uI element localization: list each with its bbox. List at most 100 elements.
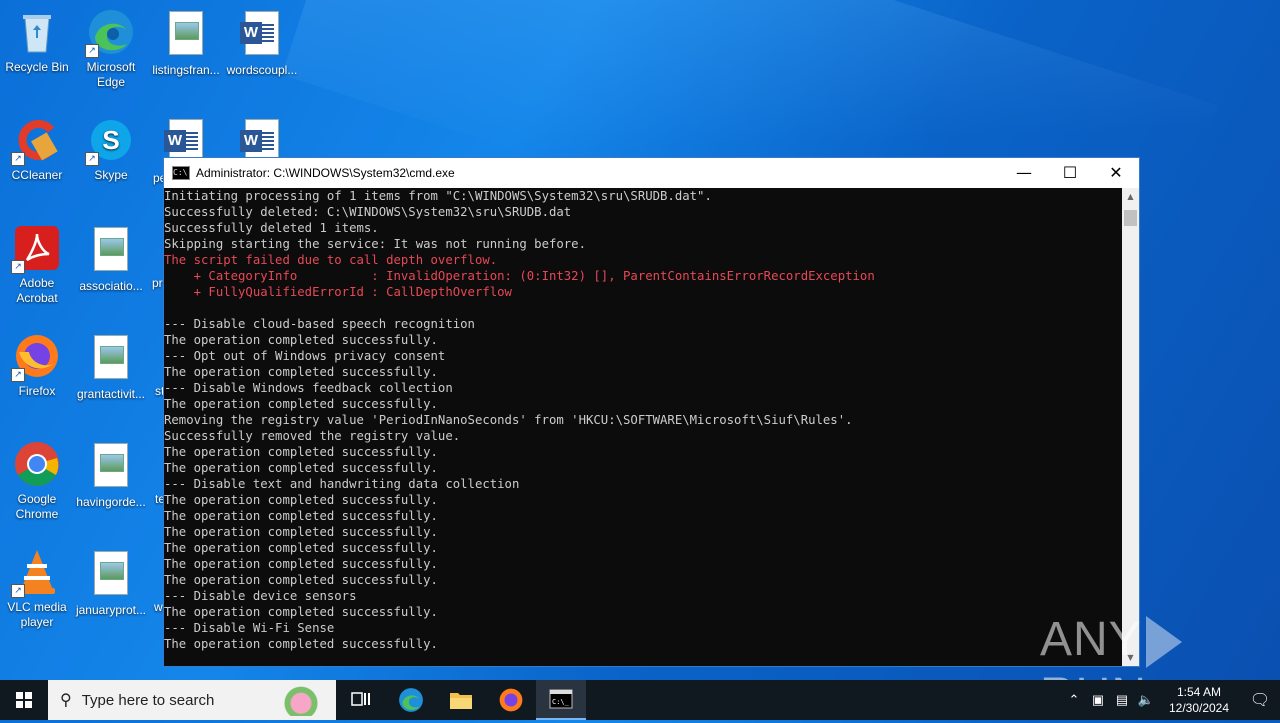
shortcut-arrow-icon: ↗ [11, 584, 25, 598]
desktop-icon-label: listingsfran... [152, 63, 220, 77]
shortcut-arrow-icon: ↗ [11, 260, 25, 274]
clock-time: 1:54 AM [1176, 685, 1222, 699]
chrome-icon [13, 440, 61, 488]
svg-text:S: S [102, 125, 119, 155]
desktop-icon-firefox[interactable]: ↗ Firefox [0, 332, 74, 399]
maximize-button[interactable]: ☐ [1047, 158, 1093, 188]
desktop-icon-label: associatio... [79, 279, 143, 293]
network-icon[interactable]: ▤ [1110, 692, 1134, 708]
console-line: --- Disable text and handwriting data co… [164, 477, 520, 491]
console-line: The operation completed successfully. [164, 461, 438, 475]
console-line: The operation completed successfully. [164, 637, 438, 651]
search-highlight-image [270, 684, 332, 716]
shortcut-arrow-icon: ↗ [85, 44, 99, 58]
console-line: + FullyQualifiedErrorId : CallDepthOverf… [164, 285, 512, 299]
desktop-icon-wordscoupl[interactable]: W wordscoupl... [222, 8, 302, 78]
console-line: --- Disable device sensors [164, 589, 357, 603]
desktop-icon-label: Skype [94, 168, 128, 182]
firefox-icon [499, 688, 523, 712]
taskbar-search-box[interactable]: ⚲ Type here to search [48, 680, 336, 720]
desktop-icon-label: Microsoft Edge [86, 60, 136, 89]
image-file-icon [94, 335, 128, 379]
desktop-icon-vlc[interactable]: ↗ VLC media player [0, 548, 74, 630]
console-line: The operation completed successfully. [164, 509, 438, 523]
console-line: The operation completed successfully. [164, 541, 438, 555]
console-line: The operation completed successfully. [164, 525, 438, 539]
console-line: Successfully removed the registry value. [164, 429, 461, 443]
taskbar-firefox-button[interactable] [486, 680, 536, 720]
volume-icon[interactable]: 🔈 [1134, 692, 1158, 708]
vlc-icon: ↗ [11, 548, 61, 598]
console-line: --- Opt out of Windows privacy consent [164, 349, 446, 363]
desktop-icon-associatio[interactable]: associatio... [74, 224, 148, 294]
chevron-up-icon[interactable]: ⌃ [1062, 692, 1086, 708]
search-placeholder: Type here to search [81, 691, 215, 709]
desktop-icon-label: Recycle Bin [5, 60, 69, 74]
minimize-button[interactable]: — [1001, 158, 1047, 188]
desktop-icon-label: januaryprot... [75, 603, 147, 617]
task-view-button[interactable] [336, 680, 386, 720]
desktop-icon-listingsfran[interactable]: listingsfran... [149, 8, 223, 78]
notification-icon[interactable]: 🗨 [1240, 690, 1280, 710]
edge-icon [399, 688, 423, 712]
desktop-icon-label: Adobe Acrobat [16, 276, 58, 305]
console-line: The operation completed successfully. [164, 573, 438, 587]
desktop-icon-microsoft-edge[interactable]: ↗ Microsoft Edge [74, 8, 148, 90]
taskbar-file-explorer-button[interactable] [436, 680, 486, 720]
desktop-icon-label: wordscoupl... [226, 63, 298, 77]
desktop-icon-havingorde[interactable]: havingorde... [74, 440, 148, 510]
console-line: The operation completed successfully. [164, 333, 438, 347]
scroll-up-icon[interactable]: ▲ [1122, 188, 1139, 205]
start-button[interactable] [0, 680, 48, 720]
window-titlebar[interactable]: C:\ Administrator: C:\WINDOWS\System32\c… [164, 158, 1139, 188]
desktop-icon-recycle-bin[interactable]: Recycle Bin [0, 8, 74, 75]
shortcut-arrow-icon: ↗ [11, 152, 25, 166]
console-line: The operation completed successfully. [164, 397, 438, 411]
console-line: The operation completed successfully. [164, 557, 438, 571]
cmd-icon: C:\_ [549, 689, 573, 709]
taskbar-edge-button[interactable] [386, 680, 436, 720]
desktop-icon-label: CCleaner [11, 168, 63, 182]
console-output[interactable]: Initiating processing of 1 items from "C… [164, 188, 1122, 666]
console-line: Initiating processing of 1 items from "C… [164, 189, 712, 203]
console-line: The operation completed successfully. [164, 605, 438, 619]
adobe-acrobat-icon: ↗ [11, 224, 61, 274]
desktop-icon-skype[interactable]: S ↗ Skype [74, 116, 148, 183]
shortcut-arrow-icon: ↗ [11, 368, 25, 382]
desktop-icon-ccleaner[interactable]: ↗ CCleaner [0, 116, 74, 183]
desktop-icon-adobe-acrobat[interactable]: ↗ Adobe Acrobat [0, 224, 74, 306]
play-icon [1145, 616, 1182, 669]
console-line: The operation completed successfully. [164, 445, 438, 459]
task-view-icon [351, 692, 370, 706]
window-title: Administrator: C:\WINDOWS\System32\cmd.e… [196, 166, 455, 180]
console-line: + CategoryInfo : InvalidOperation: (0:In… [164, 269, 875, 283]
console-line: The script failed due to call depth over… [164, 253, 498, 267]
cmd-window[interactable]: C:\ Administrator: C:\WINDOWS\System32\c… [163, 157, 1140, 667]
close-button[interactable]: ✕ [1093, 158, 1139, 188]
meet-now-icon[interactable]: ▣ [1086, 692, 1110, 708]
desktop-icon-google-chrome[interactable]: Google Chrome [0, 440, 74, 522]
console-line: --- Disable cloud-based speech recogniti… [164, 317, 475, 331]
word-document-icon: W [240, 11, 279, 55]
desktop-icon-label: VLC media player [7, 600, 67, 629]
firefox-icon: ↗ [11, 332, 61, 382]
taskbar-clock[interactable]: 1:54 AM 12/30/2024 [1164, 684, 1234, 716]
console-line: The operation completed successfully. [164, 365, 438, 379]
watermark-text-left: ANY [1040, 613, 1142, 666]
desktop-icon-label: Google Chrome [15, 492, 59, 521]
console-line: --- Disable Windows feedback collection [164, 381, 453, 395]
search-icon: ⚲ [60, 692, 72, 709]
desktop-icon-grantactivit[interactable]: grantactivit... [74, 332, 148, 402]
svg-text:C:\_: C:\_ [552, 698, 570, 706]
desktop-icon-label: Firefox [18, 384, 56, 398]
windows-logo-icon [16, 692, 32, 708]
desktop-icon-januaryprot[interactable]: januaryprot... [74, 548, 148, 618]
vertical-scrollbar[interactable]: ▲ ▼ [1122, 188, 1139, 666]
folder-icon [450, 693, 472, 709]
scrollbar-thumb[interactable] [1124, 210, 1137, 226]
console-line: --- Disable Wi-Fi Sense [164, 621, 335, 635]
taskbar-cmd-button[interactable]: C:\_ [536, 680, 586, 720]
shortcut-arrow-icon: ↗ [85, 152, 99, 166]
recycle-bin-icon [13, 8, 61, 56]
